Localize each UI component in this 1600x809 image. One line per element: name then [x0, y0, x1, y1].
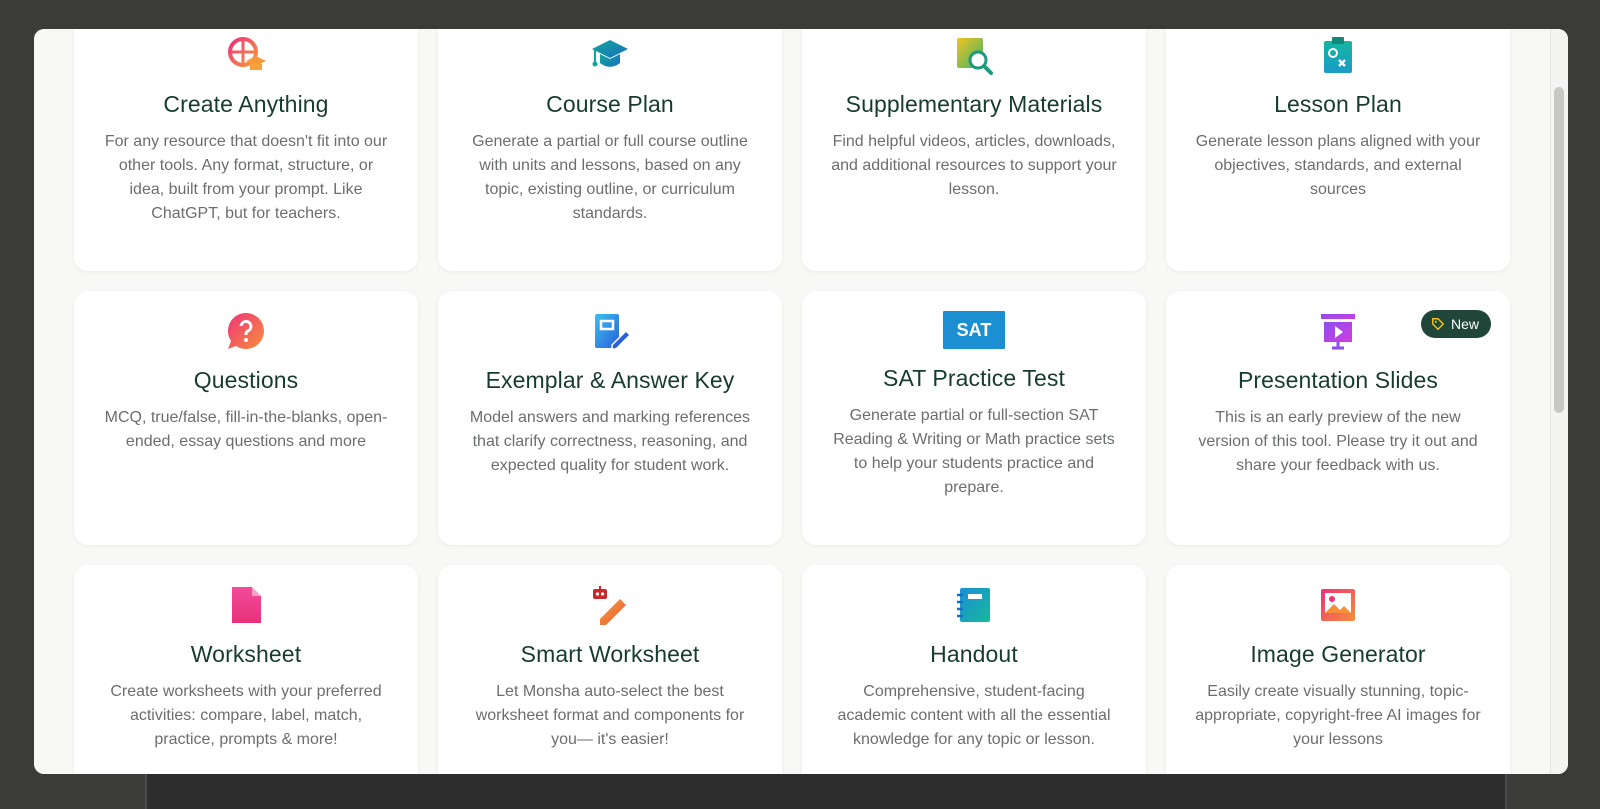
- document-search-icon: [954, 35, 994, 75]
- card-description: This is an early preview of the new vers…: [1198, 409, 1478, 474]
- card-image-generator[interactable]: Image Generator Easily create visually s…: [1166, 565, 1510, 774]
- badge-label: New: [1450, 316, 1479, 332]
- presentation-icon: [1318, 311, 1358, 351]
- tag-icon: [1432, 318, 1445, 331]
- card-title: Course Plan: [546, 91, 674, 117]
- card-course-plan[interactable]: Course Plan Generate a partial or full c…: [438, 29, 782, 271]
- card-description: MCQ, true/false, fill-in-the-blanks, ope…: [104, 409, 388, 450]
- card-supplementary-materials[interactable]: Supplementary Materials Find helpful vid…: [802, 29, 1146, 271]
- question-bubble-icon: [226, 311, 266, 351]
- scrollbar-thumb[interactable]: [1554, 87, 1564, 413]
- card-description: Generate lesson plans aligned with your …: [1195, 133, 1481, 198]
- card-title: Presentation Slides: [1237, 367, 1439, 393]
- card-title: Questions: [193, 367, 299, 393]
- image-icon: [1318, 585, 1358, 625]
- card-description: Generate a partial or full course outlin…: [472, 133, 748, 222]
- card-presentation-slides[interactable]: New Presentation Slides This is an early…: [1166, 291, 1510, 545]
- card-title: SAT Practice Test: [883, 365, 1065, 391]
- file-icon: [226, 585, 266, 625]
- card-description: For any resource that doesn't fit into o…: [104, 133, 388, 222]
- scrollbar-track[interactable]: [1550, 29, 1568, 774]
- notebook-icon: [954, 585, 994, 625]
- card-title: Exemplar & Answer Key: [485, 367, 735, 393]
- card-worksheet[interactable]: Worksheet Create worksheets with your pr…: [74, 565, 418, 774]
- globe-graduation-icon: [226, 35, 266, 75]
- card-title: Image Generator: [1250, 641, 1426, 667]
- tool-picker-modal: Create Anything For any resource that do…: [34, 29, 1568, 774]
- new-badge: New: [1420, 310, 1491, 338]
- card-create-anything[interactable]: Create Anything For any resource that do…: [74, 29, 418, 271]
- card-title: Lesson Plan: [1274, 91, 1402, 117]
- card-lesson-plan[interactable]: Lesson Plan Generate lesson plans aligne…: [1166, 29, 1510, 271]
- card-exemplar-answer-key[interactable]: Exemplar & Answer Key Model answers and …: [438, 291, 782, 545]
- card-description: Comprehensive, student-facing academic c…: [837, 683, 1111, 748]
- card-description: Easily create visually stunning, topic-a…: [1195, 683, 1481, 748]
- card-description: Model answers and marking references tha…: [469, 409, 751, 474]
- card-title: Create Anything: [163, 91, 329, 117]
- card-questions[interactable]: Questions MCQ, true/false, fill-in-the-b…: [74, 291, 418, 545]
- tool-grid: Create Anything For any resource that do…: [74, 29, 1510, 774]
- card-description: Find helpful videos, articles, downloads…: [831, 133, 1117, 198]
- card-title: Smart Worksheet: [520, 641, 700, 667]
- graduation-cap-icon: [590, 35, 630, 75]
- card-sat-practice-test[interactable]: SAT SAT Practice Test Generate partial o…: [802, 291, 1146, 545]
- card-title: Worksheet: [190, 641, 302, 667]
- card-title: Handout: [930, 641, 1018, 667]
- card-description: Create worksheets with your preferred ac…: [110, 683, 382, 748]
- document-pen-icon: [590, 311, 630, 351]
- clipboard-icon: [1318, 35, 1358, 75]
- sat-logo-icon: SAT: [943, 311, 1005, 349]
- robot-pencil-icon: [590, 585, 630, 625]
- card-handout[interactable]: Handout Comprehensive, student-facing ac…: [802, 565, 1146, 774]
- card-smart-worksheet[interactable]: Smart Worksheet Let Monsha auto-select t…: [438, 565, 782, 774]
- card-description: Generate partial or full-section SAT Rea…: [833, 407, 1115, 496]
- card-title: Supplementary Materials: [845, 91, 1103, 117]
- card-description: Let Monsha auto-select the best workshee…: [475, 683, 745, 748]
